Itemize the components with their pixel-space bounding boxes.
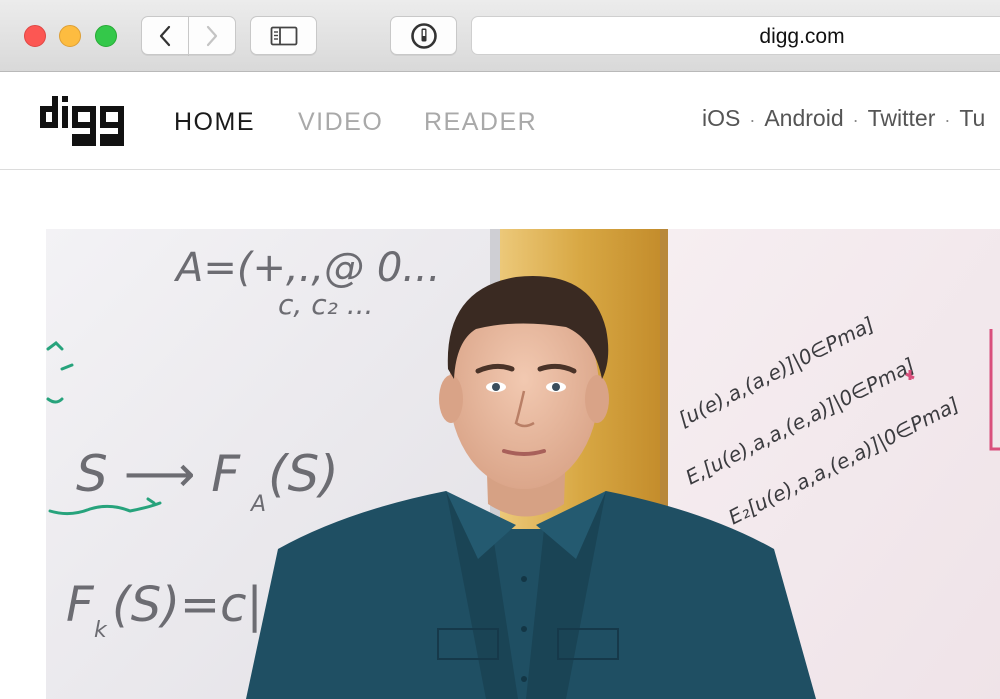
forward-button[interactable] — [188, 16, 236, 55]
board-text: A — [249, 492, 266, 517]
digg-logo[interactable] — [40, 96, 128, 146]
hero-image[interactable]: A=(+,.,@ 0... c, c₂ ... S ⟶ F A (S) F k … — [46, 229, 1000, 699]
sidebar-icon — [270, 26, 297, 45]
board-text: c, c₂ ... — [278, 288, 373, 321]
social-android-link[interactable]: Android — [764, 105, 843, 131]
password-manager-button[interactable] — [390, 16, 457, 55]
board-text: k — [94, 618, 108, 643]
social-separator: · — [944, 110, 951, 130]
back-button[interactable] — [141, 16, 189, 55]
social-separator: · — [852, 110, 859, 130]
nav-home[interactable]: HOME — [174, 108, 255, 137]
chevron-left-icon — [159, 25, 171, 46]
minimize-window-button[interactable] — [59, 25, 81, 47]
board-text: (S) — [268, 445, 339, 503]
address-bar[interactable]: digg.com — [471, 16, 1000, 55]
board-text: F — [66, 577, 95, 633]
nav-reader[interactable]: READER — [424, 108, 537, 137]
browser-toolbar: digg.com — [0, 0, 1000, 72]
social-links: iOS · Android · Twitter · Tu — [702, 105, 985, 132]
social-separator: · — [749, 110, 756, 130]
nav-video[interactable]: VIDEO — [298, 108, 383, 137]
zoom-window-button[interactable] — [95, 25, 117, 47]
social-tumblr-link[interactable]: Tu — [959, 105, 985, 131]
site-header: HOME VIDEO READER iOS · Android · Twitter · Tu — [0, 72, 1000, 170]
close-window-button[interactable] — [24, 25, 46, 47]
social-ios-link[interactable]: iOS — [702, 105, 740, 131]
board-text: A=(+,.,@ 0... — [173, 245, 440, 291]
social-twitter-link[interactable]: Twitter — [868, 105, 936, 131]
url-text: digg.com — [759, 25, 845, 48]
sidebar-toggle-button[interactable] — [250, 16, 317, 55]
password-manager-icon — [410, 22, 437, 49]
chevron-right-icon — [206, 25, 218, 46]
board-text: S ⟶ F — [76, 445, 241, 503]
